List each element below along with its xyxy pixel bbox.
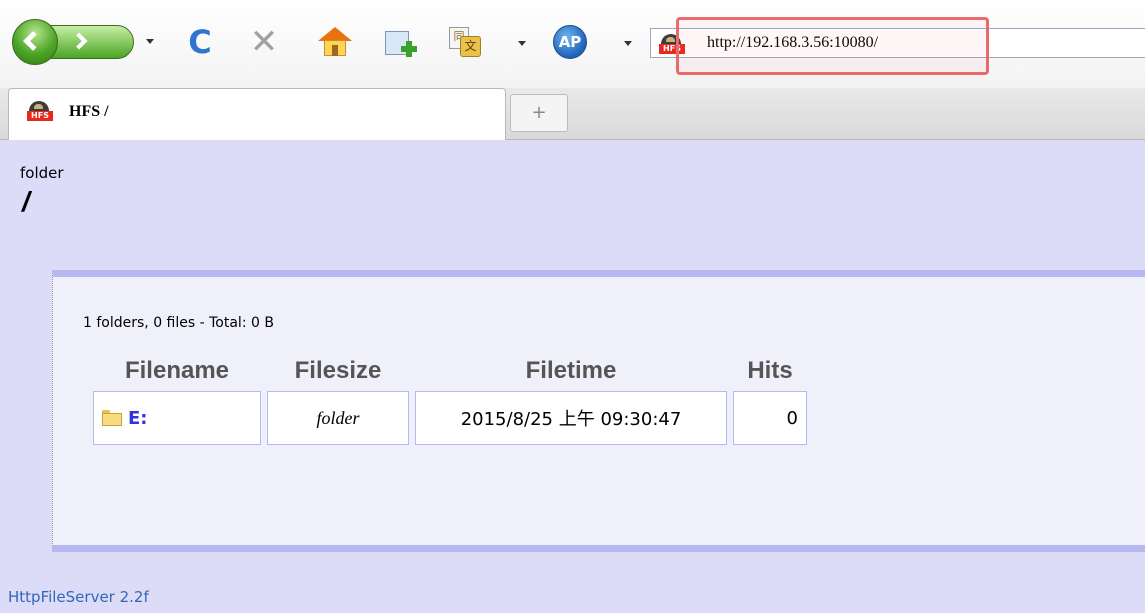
reload-button[interactable]: C — [178, 20, 222, 64]
filetime-cell: 2015/8/25 上午 09:30:47 — [415, 391, 727, 445]
file-table: Filename Filesize Filetime Hits E: folde… — [87, 353, 813, 449]
history-dropdown-icon[interactable] — [146, 39, 154, 44]
column-header-hits[interactable]: Hits — [733, 357, 807, 387]
translate-button[interactable]: 同 文 — [443, 20, 487, 64]
forward-button[interactable] — [50, 25, 134, 59]
home-button[interactable] — [313, 20, 357, 64]
stop-button[interactable]: ✕ — [242, 20, 286, 64]
hfs-favicon-icon: HFS — [27, 101, 53, 121]
page-content: folder / 1 folders, 0 files - Total: 0 B… — [0, 140, 1145, 613]
folder-link[interactable]: E: — [128, 408, 148, 429]
file-list-panel: 1 folders, 0 files - Total: 0 B Filename… — [52, 270, 1145, 552]
tab-bar: HFS HFS / + — [0, 88, 1145, 140]
navigation-buttons — [12, 19, 157, 65]
hits-cell: 0 — [733, 391, 807, 445]
tab-title: HFS / — [69, 103, 109, 120]
current-folder-path[interactable]: / — [22, 186, 30, 218]
folder-summary: 1 folders, 0 files - Total: 0 B — [83, 315, 274, 331]
column-header-filesize[interactable]: Filesize — [267, 357, 409, 387]
new-tab-button[interactable]: + — [510, 94, 568, 132]
translate-icon: 同 文 — [449, 27, 481, 57]
translate-dropdown-icon[interactable] — [518, 41, 526, 46]
ap-button[interactable]: AP — [548, 20, 592, 64]
ap-dropdown-icon[interactable] — [624, 41, 632, 46]
breadcrumb-label: folder — [20, 164, 64, 182]
url-highlight-box — [676, 17, 989, 75]
column-header-filetime[interactable]: Filetime — [415, 357, 727, 387]
stop-icon: ✕ — [249, 22, 279, 62]
table-row: E: folder 2015/8/25 上午 09:30:47 0 — [93, 391, 807, 445]
browser-toolbar: C ✕ 同 文 AP HFS http://192.168.3.56:10080… — [0, 0, 1145, 88]
reload-icon: C — [188, 23, 212, 61]
filesize-cell: folder — [267, 391, 409, 445]
back-button[interactable] — [12, 19, 58, 65]
ap-icon: AP — [553, 25, 587, 59]
add-page-icon — [383, 27, 417, 57]
column-header-filename[interactable]: Filename — [93, 357, 261, 387]
home-icon — [318, 27, 352, 57]
folder-icon — [102, 409, 122, 426]
filename-cell: E: — [93, 391, 261, 445]
server-version-link[interactable]: HttpFileServer 2.2f — [8, 588, 149, 606]
filesize-value: folder — [316, 407, 360, 428]
new-folder-button[interactable] — [378, 20, 422, 64]
tab-hfs[interactable]: HFS HFS / — [8, 88, 506, 140]
